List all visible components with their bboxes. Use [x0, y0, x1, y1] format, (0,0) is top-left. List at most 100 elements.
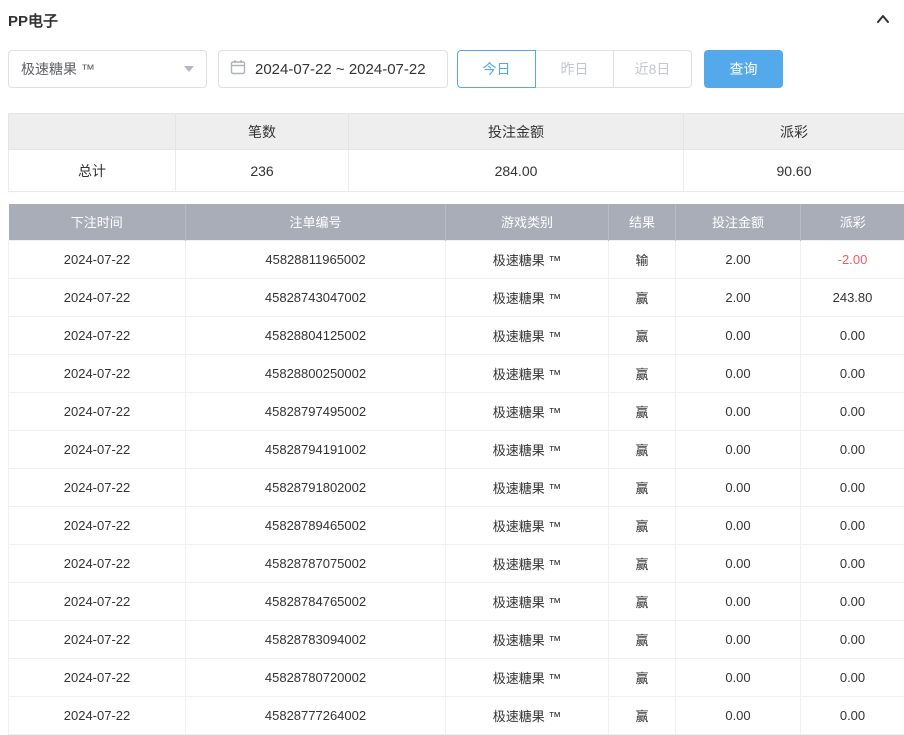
bet-time-cell: 2024-07-22 [9, 316, 186, 354]
order-id-cell: 45828743047002 [186, 278, 446, 316]
game-type-cell: 极速糖果 ™ [446, 468, 609, 506]
summary-total-bet-amount: 284.00 [349, 150, 684, 192]
summary-header-row: 笔数 投注金额 派彩 [9, 114, 904, 150]
table-row: 2024-07-2245828789465002极速糖果 ™赢0.000.00 [9, 506, 904, 544]
panel-header: PP电子 [8, 8, 904, 32]
payout-cell: 0.00 [801, 316, 904, 354]
bet-amount-cell: 0.00 [676, 544, 801, 582]
table-row: 2024-07-2245828784765002极速糖果 ™赢0.000.00 [9, 582, 904, 620]
summary-header-blank [9, 114, 176, 150]
summary-total-label: 总计 [9, 150, 176, 192]
order-id-cell: 45828787075002 [186, 544, 446, 582]
calendar-icon [230, 59, 246, 79]
payout-cell: 0.00 [801, 696, 904, 734]
table-row: 2024-07-2245828780720002极速糖果 ™赢0.000.00 [9, 658, 904, 696]
game-type-cell: 极速糖果 ™ [446, 658, 609, 696]
payout-cell: 0.00 [801, 544, 904, 582]
table-row: 2024-07-2245828811965002极速糖果 ™输2.00-2.00 [9, 240, 904, 278]
bet-amount-cell: 2.00 [676, 278, 801, 316]
bet-time-cell: 2024-07-22 [9, 620, 186, 658]
game-type-cell: 极速糖果 ™ [446, 696, 609, 734]
bet-amount-cell: 0.00 [676, 354, 801, 392]
payout-cell: -2.00 [801, 240, 904, 278]
game-type-cell: 极速糖果 ™ [446, 506, 609, 544]
result-cell: 赢 [609, 430, 676, 468]
bet-time-cell: 2024-07-22 [9, 658, 186, 696]
summary-header-payout: 派彩 [684, 114, 904, 150]
result-cell: 赢 [609, 696, 676, 734]
collapse-button[interactable] [874, 10, 892, 31]
game-type-cell: 极速糖果 ™ [446, 430, 609, 468]
bet-amount-cell: 0.00 [676, 430, 801, 468]
summary-header-bet-amount: 投注金额 [349, 114, 684, 150]
bet-amount-cell: 0.00 [676, 392, 801, 430]
game-type-cell: 极速糖果 ™ [446, 354, 609, 392]
bet-amount-cell: 0.00 [676, 658, 801, 696]
game-type-cell: 极速糖果 ™ [446, 240, 609, 278]
date-range-picker[interactable]: 2024-07-22 ~ 2024-07-22 [218, 50, 448, 88]
quick-filter-today[interactable]: 今日 [457, 50, 536, 88]
order-id-cell: 45828783094002 [186, 620, 446, 658]
summary-total-count: 236 [176, 150, 349, 192]
payout-cell: 0.00 [801, 468, 904, 506]
header-bet-amount: 投注金额 [676, 204, 801, 240]
chevron-up-icon [874, 10, 892, 31]
game-type-cell: 极速糖果 ™ [446, 620, 609, 658]
payout-cell: 243.80 [801, 278, 904, 316]
result-cell: 赢 [609, 620, 676, 658]
table-row: 2024-07-2245828783094002极速糖果 ™赢0.000.00 [9, 620, 904, 658]
game-type-cell: 极速糖果 ™ [446, 278, 609, 316]
header-game-type: 游戏类别 [446, 204, 609, 240]
result-cell: 赢 [609, 354, 676, 392]
bet-time-cell: 2024-07-22 [9, 582, 186, 620]
game-select[interactable]: 极速糖果 ™ [8, 50, 207, 88]
game-type-cell: 极速糖果 ™ [446, 316, 609, 354]
payout-cell: 0.00 [801, 506, 904, 544]
bet-time-cell: 2024-07-22 [9, 696, 186, 734]
table-row: 2024-07-2245828794191002极速糖果 ™赢0.000.00 [9, 430, 904, 468]
order-id-cell: 45828811965002 [186, 240, 446, 278]
result-cell: 赢 [609, 658, 676, 696]
summary-table: 笔数 投注金额 派彩 总计 236 284.00 90.60 [8, 113, 904, 192]
result-cell: 赢 [609, 544, 676, 582]
result-cell: 输 [609, 240, 676, 278]
order-id-cell: 45828794191002 [186, 430, 446, 468]
result-cell: 赢 [609, 278, 676, 316]
date-range-value: 2024-07-22 ~ 2024-07-22 [255, 61, 426, 78]
quick-filter-yesterday[interactable]: 昨日 [535, 50, 614, 88]
summary-total-payout: 90.60 [684, 150, 904, 192]
pp-games-panel: PP电子 极速糖果 ™ 2024-07-22 ~ 2024-07-22 今日昨日… [0, 0, 904, 735]
result-cell: 赢 [609, 582, 676, 620]
bet-time-cell: 2024-07-22 [9, 392, 186, 430]
order-id-cell: 45828797495002 [186, 392, 446, 430]
quick-filter-last-8-days[interactable]: 近8日 [613, 50, 692, 88]
table-row: 2024-07-2245828800250002极速糖果 ™赢0.000.00 [9, 354, 904, 392]
order-id-cell: 45828800250002 [186, 354, 446, 392]
bet-amount-cell: 0.00 [676, 582, 801, 620]
payout-cell: 0.00 [801, 430, 904, 468]
payout-cell: 0.00 [801, 582, 904, 620]
header-payout: 派彩 [801, 204, 904, 240]
result-cell: 赢 [609, 316, 676, 354]
header-bet-time: 下注时间 [9, 204, 186, 240]
quick-filter-group: 今日昨日近8日 [457, 50, 692, 88]
bet-table-body: 2024-07-2245828811965002极速糖果 ™输2.00-2.00… [9, 240, 904, 734]
game-type-cell: 极速糖果 ™ [446, 544, 609, 582]
bet-time-cell: 2024-07-22 [9, 506, 186, 544]
summary-total-row: 总计 236 284.00 90.60 [9, 150, 904, 192]
bet-time-cell: 2024-07-22 [9, 430, 186, 468]
query-button[interactable]: 查询 [704, 50, 783, 88]
page-title: PP电子 [8, 10, 58, 31]
bet-time-cell: 2024-07-22 [9, 240, 186, 278]
bet-time-cell: 2024-07-22 [9, 468, 186, 506]
bet-time-cell: 2024-07-22 [9, 278, 186, 316]
table-row: 2024-07-2245828743047002极速糖果 ™赢2.00243.8… [9, 278, 904, 316]
result-cell: 赢 [609, 392, 676, 430]
bet-amount-cell: 0.00 [676, 506, 801, 544]
bet-amount-cell: 0.00 [676, 316, 801, 354]
payout-cell: 0.00 [801, 354, 904, 392]
header-order-id: 注单编号 [186, 204, 446, 240]
table-row: 2024-07-2245828804125002极速糖果 ™赢0.000.00 [9, 316, 904, 354]
filter-bar: 极速糖果 ™ 2024-07-22 ~ 2024-07-22 今日昨日近8日 查… [8, 50, 904, 88]
order-id-cell: 45828791802002 [186, 468, 446, 506]
